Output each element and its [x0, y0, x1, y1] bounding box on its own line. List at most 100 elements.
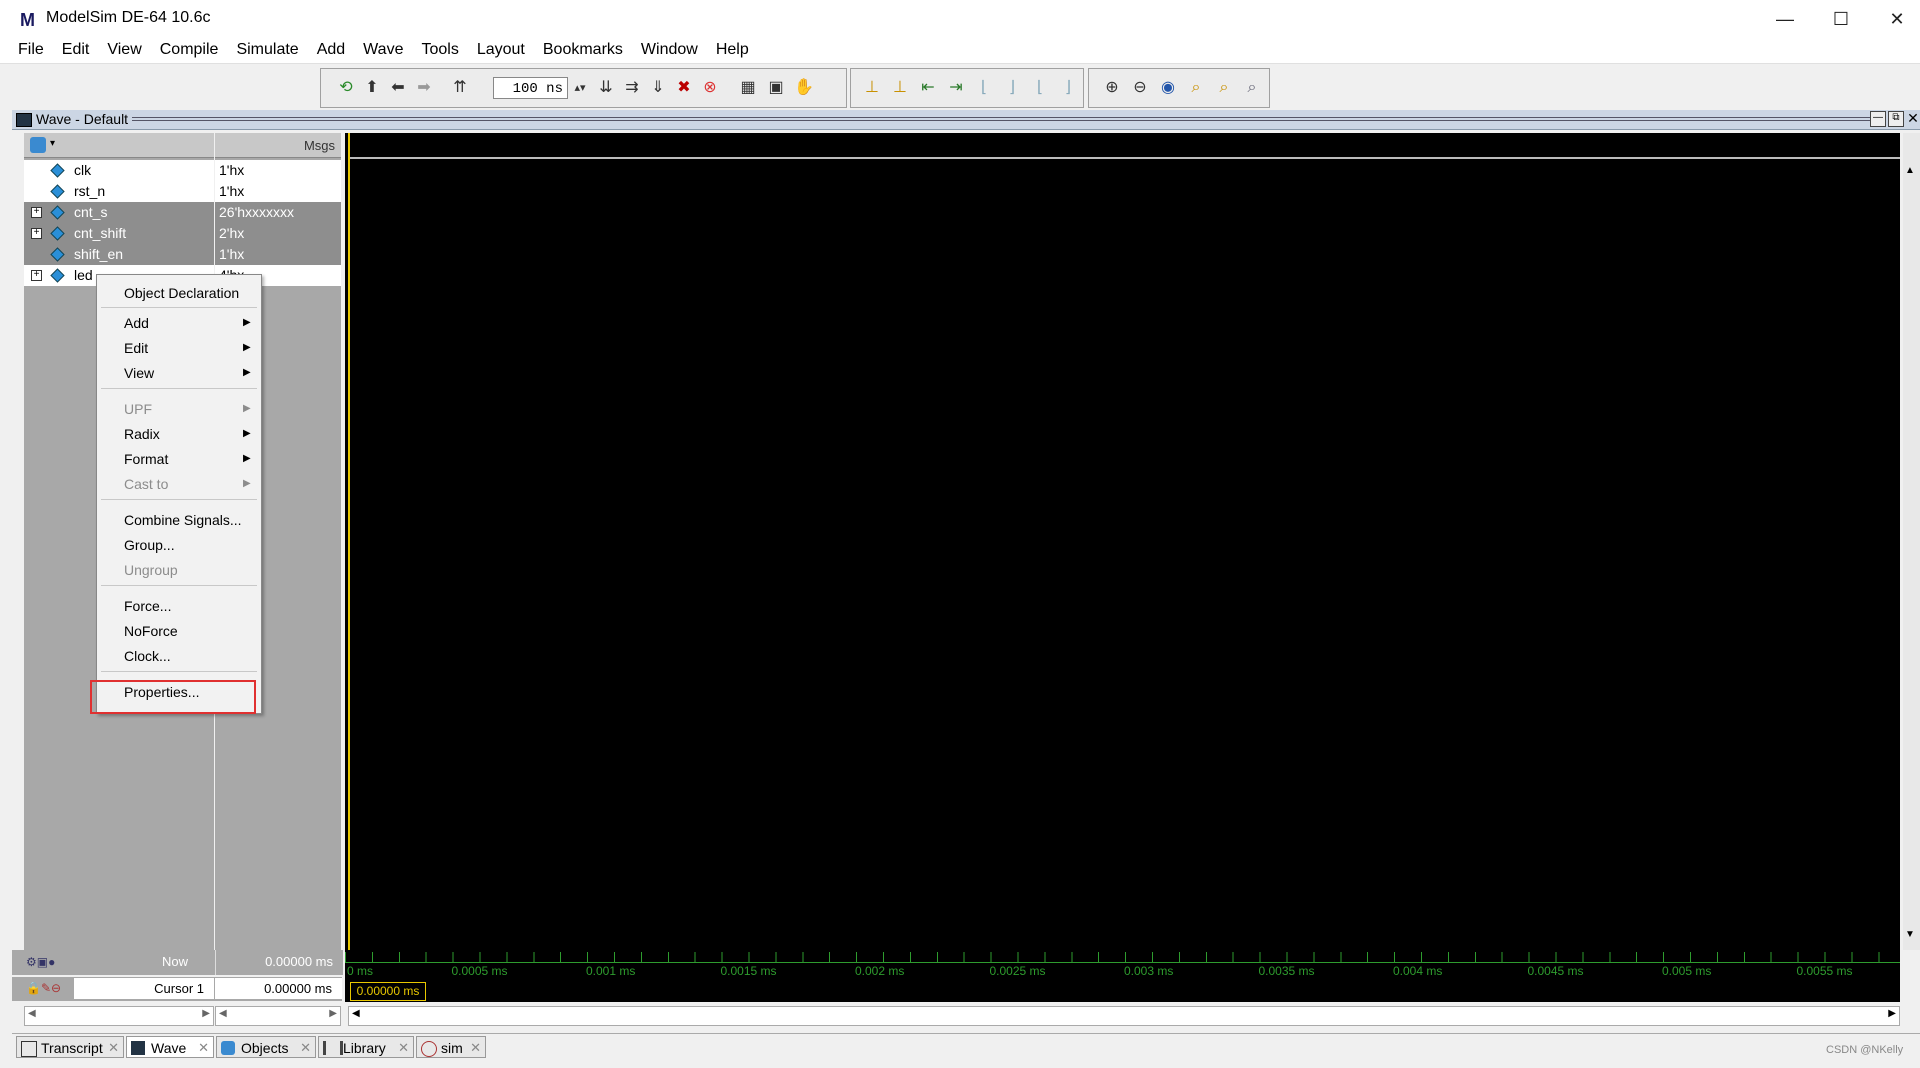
- cursor-line[interactable]: [348, 133, 350, 993]
- vertical-scrollbar[interactable]: ▲ ▼: [1903, 133, 1920, 950]
- forward-arrow-icon[interactable]: ➡: [413, 77, 435, 99]
- menu-simulate[interactable]: Simulate: [227, 38, 307, 64]
- hand-icon[interactable]: ✋: [793, 77, 815, 99]
- prev-transition-icon[interactable]: ⌊: [973, 77, 995, 99]
- minimize-button[interactable]: —: [1762, 4, 1808, 34]
- menu-help[interactable]: Help: [707, 38, 758, 64]
- menu-combine-signals[interactable]: Combine Signals...: [124, 510, 242, 530]
- scroll-right-icon[interactable]: ▶: [1888, 1008, 1896, 1019]
- menu-layout[interactable]: Layout: [468, 38, 534, 64]
- stop-icon[interactable]: ⊗: [699, 77, 721, 99]
- restart-icon[interactable]: ⟲: [335, 77, 357, 99]
- run-length-icon[interactable]: ⇈: [449, 77, 471, 99]
- delete-cursor-icon[interactable]: ⊥: [889, 77, 911, 99]
- spinner-icon[interactable]: ▴▾: [569, 77, 591, 99]
- zoom-out-icon[interactable]: ⊖: [1129, 77, 1151, 99]
- signal-value-row[interactable]: 1'hx: [215, 160, 341, 181]
- maximize-button[interactable]: ☐: [1818, 4, 1864, 34]
- menu-add[interactable]: Add: [124, 313, 149, 333]
- menu-group[interactable]: Group...: [124, 535, 175, 555]
- next-transition-icon[interactable]: ⌋: [1001, 77, 1023, 99]
- next-falling-icon[interactable]: ⌋: [1057, 77, 1079, 99]
- header-grip[interactable]: [132, 117, 1872, 121]
- zoom-cursor-icon[interactable]: ⌕: [1185, 77, 1207, 99]
- menu-add[interactable]: Add: [308, 38, 354, 64]
- back-arrow-icon[interactable]: ⬅: [387, 77, 409, 99]
- scroll-right-icon[interactable]: ▶: [329, 1008, 337, 1019]
- signal-value-row[interactable]: 1'hx: [215, 244, 341, 265]
- expand-icon[interactable]: +: [31, 270, 42, 281]
- run-all-icon[interactable]: ⇓: [647, 77, 669, 99]
- prev-falling-icon[interactable]: ⌊: [1029, 77, 1051, 99]
- close-tab-icon[interactable]: ✕: [198, 1037, 209, 1059]
- scroll-right-icon[interactable]: ▶: [202, 1008, 210, 1019]
- scroll-left-icon[interactable]: ◀: [219, 1008, 227, 1019]
- signal-value-row[interactable]: 1'hx: [215, 181, 341, 202]
- menu-view[interactable]: View: [98, 38, 150, 64]
- menu-bookmarks[interactable]: Bookmarks: [534, 38, 632, 64]
- menu-noforce[interactable]: NoForce: [124, 621, 178, 641]
- waveform-pane[interactable]: [345, 133, 1900, 950]
- up-arrow-icon[interactable]: ⬆: [361, 77, 383, 99]
- signal-row[interactable]: shift_en: [24, 244, 214, 265]
- close-pane-icon[interactable]: ✕: [1906, 110, 1920, 126]
- values-hscrollbar[interactable]: ◀ ▶: [215, 1006, 341, 1026]
- expand-icon[interactable]: +: [31, 207, 42, 218]
- wave-objects-icon[interactable]: [30, 137, 46, 153]
- signal-row[interactable]: + cnt_shift: [24, 223, 214, 244]
- scroll-left-icon[interactable]: ◀: [352, 1008, 360, 1019]
- names-hscrollbar[interactable]: ◀ ▶: [24, 1006, 214, 1026]
- menu-radix[interactable]: Radix: [124, 424, 160, 444]
- continue-run-icon[interactable]: ⇉: [621, 77, 643, 99]
- cursor-lock-icon[interactable]: 🔒✎⊖: [26, 981, 61, 995]
- dropdown-arrow-icon[interactable]: ▾: [50, 138, 55, 149]
- tab-library[interactable]: Library ✕: [318, 1036, 414, 1058]
- menu-object-declaration[interactable]: Object Declaration: [124, 283, 239, 303]
- scroll-down-icon[interactable]: ▼: [1905, 929, 1915, 940]
- close-tab-icon[interactable]: ✕: [108, 1037, 119, 1059]
- dock-icon[interactable]: ⧉: [1888, 111, 1904, 127]
- close-tab-icon[interactable]: ✕: [300, 1037, 311, 1059]
- time-ruler[interactable]: 0 ms 0.0005 ms 0.001 ms 0.0015 ms 0.002 ms 0.…: [345, 950, 1900, 1002]
- cursor-name-cell[interactable]: Cursor 1: [74, 978, 214, 999]
- previous-edge-icon[interactable]: ⇤: [917, 77, 939, 99]
- break-icon[interactable]: ✖: [673, 77, 695, 99]
- tab-sim[interactable]: sim ✕: [416, 1036, 486, 1058]
- zoom-region-icon[interactable]: ⌕: [1241, 77, 1263, 99]
- menu-edit[interactable]: Edit: [53, 38, 99, 64]
- close-button[interactable]: ✕: [1874, 4, 1920, 34]
- menu-force[interactable]: Force...: [124, 596, 171, 616]
- signal-value-row[interactable]: 2'hx: [215, 223, 341, 244]
- tab-wave[interactable]: Wave ✕: [126, 1036, 214, 1058]
- signal-row[interactable]: + cnt_s: [24, 202, 214, 223]
- next-edge-icon[interactable]: ⇥: [945, 77, 967, 99]
- now-tools-icon[interactable]: ⚙▣●: [26, 955, 66, 969]
- cursor-time-box[interactable]: 0.00000 ms: [350, 982, 426, 1001]
- menu-compile[interactable]: Compile: [151, 38, 228, 64]
- scroll-up-icon[interactable]: ▲: [1905, 165, 1915, 176]
- tab-transcript[interactable]: Transcript ✕: [16, 1036, 124, 1058]
- menu-window[interactable]: Window: [632, 38, 707, 64]
- close-tab-icon[interactable]: ✕: [470, 1037, 481, 1059]
- run-icon[interactable]: ⇊: [595, 77, 617, 99]
- undock-icon[interactable]: —: [1870, 111, 1886, 127]
- zoom-full-icon[interactable]: ◉: [1157, 77, 1179, 99]
- menu-clock[interactable]: Clock...: [124, 646, 171, 666]
- run-length-input[interactable]: 100 ns: [493, 77, 568, 99]
- menu-format[interactable]: Format: [124, 449, 168, 469]
- zoom-in-icon[interactable]: ⊕: [1101, 77, 1123, 99]
- wave-hscrollbar[interactable]: ◀ ▶: [348, 1006, 1900, 1026]
- insert-cursor-icon[interactable]: ⊥: [861, 77, 883, 99]
- menu-tools[interactable]: Tools: [412, 38, 467, 64]
- close-tab-icon[interactable]: ✕: [398, 1037, 409, 1059]
- signal-row[interactable]: rst_n: [24, 181, 214, 202]
- signal-value-row[interactable]: 26'hxxxxxxx: [215, 202, 341, 223]
- tab-objects[interactable]: Objects ✕: [216, 1036, 316, 1058]
- menu-view[interactable]: View: [124, 363, 154, 383]
- menu-wave[interactable]: Wave: [354, 38, 412, 64]
- signal-row[interactable]: clk: [24, 160, 214, 181]
- expand-icon[interactable]: +: [31, 228, 42, 239]
- menu-file[interactable]: File: [9, 38, 53, 64]
- memory-icon[interactable]: ▣: [765, 77, 787, 99]
- zoom-between-cursors-icon[interactable]: ⌕: [1213, 77, 1235, 99]
